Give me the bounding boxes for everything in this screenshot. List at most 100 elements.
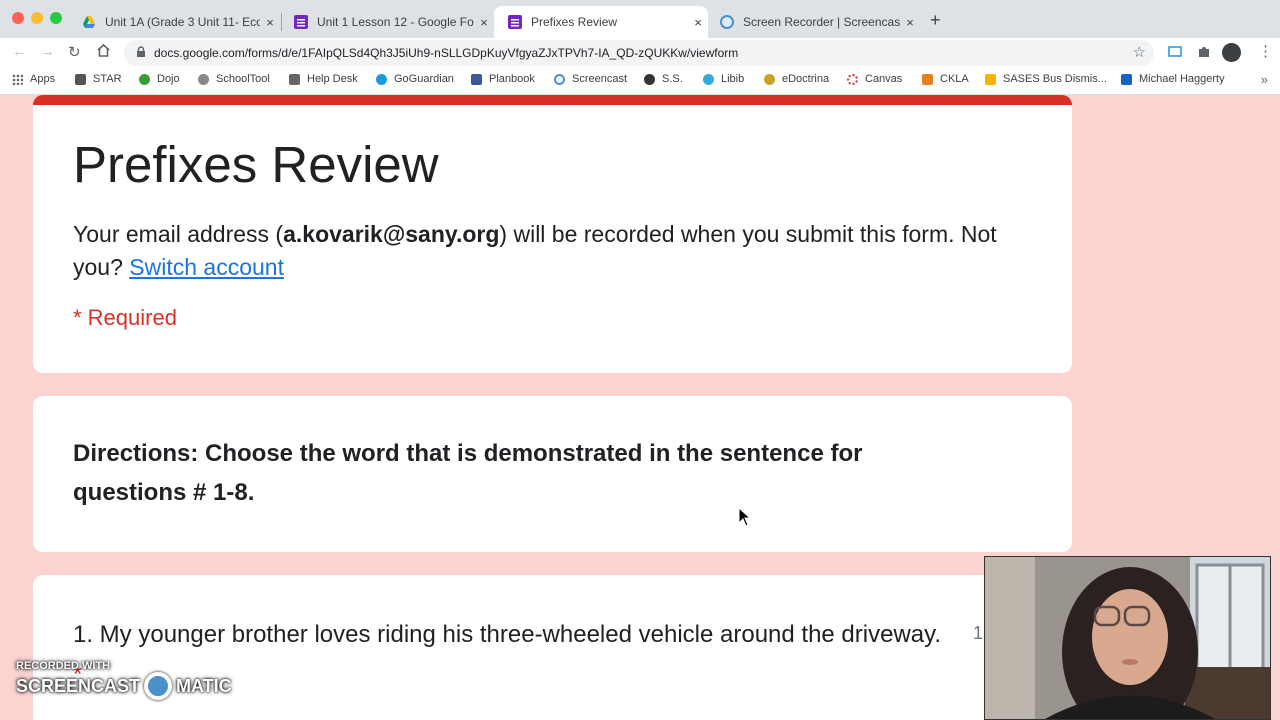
bookmark-label: Screencast (572, 73, 628, 85)
webcam-overlay (984, 556, 1271, 720)
tab-close-icon[interactable]: × (260, 15, 280, 30)
bookmark-dojo[interactable]: Dojo (139, 73, 180, 85)
ss-icon (644, 73, 655, 85)
menu-kebab-icon[interactable]: ⋮ (1258, 42, 1273, 60)
new-tab-button[interactable]: + (930, 10, 941, 31)
google-forms-icon (294, 15, 308, 29)
tab-close-icon[interactable]: × (474, 15, 494, 30)
bookmark-label: SASES Bus Dismis... (1003, 73, 1107, 85)
screencast-watermark: RECORDED WITH SCREENCAST MATIC (16, 660, 232, 700)
edoctrina-icon (764, 73, 775, 85)
screencast-icon (720, 15, 734, 29)
watermark-top-text: RECORDED WITH (16, 660, 111, 672)
schooltool-icon (198, 73, 209, 85)
email-address: a.kovarik@sany.org (283, 221, 500, 247)
cast-icon[interactable] (1167, 44, 1183, 60)
bookmark-schooltool[interactable]: SchoolTool (198, 73, 270, 85)
bookmark-goguardian[interactable]: GoGuardian (376, 73, 454, 85)
tab-title: Unit 1 Lesson 12 - Google Form (317, 15, 474, 29)
bookmark-label: Michael Haggerty (1139, 73, 1225, 85)
email-prefix: Your email address ( (73, 221, 284, 247)
webcam-person-image (985, 557, 1270, 719)
browser-tab-strip: Unit 1A (Grade 3 Unit 11- Ecolo × Unit 1… (0, 0, 1280, 38)
star-renaissance-icon (75, 73, 86, 85)
dojo-icon (139, 73, 150, 85)
apps-grid-icon (12, 73, 23, 85)
bookmark-star-icon[interactable]: ☆ (1133, 43, 1146, 61)
screencast-logo-icon (144, 672, 173, 700)
bookmark-label: CKLA (940, 73, 969, 85)
bookmark-star[interactable]: STAR (75, 73, 122, 85)
bookmark-label: eDoctrina (782, 73, 830, 85)
tab-unit-1a[interactable]: Unit 1A (Grade 3 Unit 11- Ecolo × (68, 6, 280, 38)
lock-icon[interactable] (136, 46, 146, 61)
help-desk-icon (289, 73, 300, 85)
tab-close-icon[interactable]: × (688, 15, 708, 30)
tab-screen-recorder[interactable]: Screen Recorder | Screencast × (706, 6, 920, 38)
tab-close-icon[interactable]: × (900, 15, 920, 30)
watermark-left-text: SCREENCAST (16, 675, 141, 696)
question-points: 1 (973, 623, 984, 643)
canvas-icon (847, 73, 858, 85)
bookmark-label: Dojo (157, 73, 180, 85)
browser-toolbar: ← → ↻ docs.google.com/forms/d/e/1FAIpQLS… (0, 38, 1280, 68)
email-notice: Your email address (a.kovarik@sany.org) … (73, 218, 1033, 284)
more-bookmarks-icon[interactable]: » (1261, 72, 1268, 87)
reload-icon[interactable]: ↻ (68, 43, 81, 61)
form-header-card: Prefixes Review Your email address (a.ko… (33, 95, 1072, 373)
page-title: Prefixes Review (73, 136, 439, 193)
bookmark-edoctrina[interactable]: eDoctrina (764, 73, 829, 85)
bookmark-help-desk[interactable]: Help Desk (289, 73, 358, 85)
bookmarks-bar: Apps STAR Dojo SchoolTool Help Desk GoGu… (0, 68, 1280, 95)
bookmark-sases-bus[interactable]: SASES Bus Dismis... (985, 73, 1107, 85)
mouse-cursor-icon (738, 506, 752, 532)
back-arrow-icon[interactable]: ← (12, 43, 27, 60)
bookmark-libib[interactable]: Libib (703, 73, 744, 85)
tab-unit-1-lesson-12[interactable]: Unit 1 Lesson 12 - Google Form × (280, 6, 494, 38)
watermark-right-text: MATIC (176, 675, 232, 696)
bookmark-label: SchoolTool (216, 73, 270, 85)
google-drive-icon (82, 15, 96, 29)
bookmark-michael-haggerty[interactable]: Michael Haggerty (1121, 73, 1225, 85)
bookmark-label: GoGuardian (394, 73, 454, 85)
required-note: * Required (73, 305, 177, 330)
bookmark-screencast[interactable]: Screencast (554, 73, 627, 85)
goguardian-icon (376, 73, 387, 85)
address-bar[interactable]: docs.google.com/forms/d/e/1FAIpQLSd4Qh3J… (124, 40, 1154, 66)
extensions-puzzle-icon[interactable] (1196, 44, 1212, 60)
planbook-icon (471, 73, 482, 85)
bookmark-label: Planbook (489, 73, 535, 85)
bookmark-planbook[interactable]: Planbook (471, 73, 535, 85)
maximize-window-button[interactable] (50, 12, 62, 24)
bookmark-ss[interactable]: S.S. (644, 73, 683, 85)
switch-account-link[interactable]: Switch account (129, 254, 284, 280)
url-text[interactable]: docs.google.com/forms/d/e/1FAIpQLSd4Qh3J… (154, 46, 738, 60)
bookmark-label: Apps (30, 73, 56, 85)
bookmark-apps[interactable]: Apps (12, 73, 55, 85)
google-forms-icon (508, 15, 522, 29)
tab-title: Prefixes Review (531, 15, 618, 29)
bookmark-ckla[interactable]: CKLA (922, 73, 969, 85)
directions-text: Directions: Choose the word that is demo… (73, 440, 863, 506)
close-window-button[interactable] (12, 12, 24, 24)
forward-arrow-icon[interactable]: → (40, 43, 55, 60)
question-1-label: 1. My younger brother loves riding his t… (73, 621, 942, 648)
watermark-logo: SCREENCAST MATIC (16, 672, 232, 700)
bookmark-label: Help Desk (307, 73, 358, 85)
libib-icon (703, 73, 714, 85)
tab-title: Screen Recorder | Screencast (743, 15, 900, 29)
bookmark-label: Libib (721, 73, 745, 85)
bookmark-canvas[interactable]: Canvas (847, 73, 902, 85)
tab-prefixes-review[interactable]: Prefixes Review × (494, 6, 708, 38)
ckla-icon (922, 73, 933, 85)
profile-avatar-icon[interactable] (1222, 43, 1241, 62)
home-icon[interactable] (96, 43, 111, 62)
slides-icon (985, 73, 996, 85)
h-icon (1121, 73, 1132, 85)
bookmark-label: S.S. (662, 73, 683, 85)
screencast-icon (554, 73, 565, 85)
directions-card: Directions: Choose the word that is demo… (33, 396, 1072, 552)
minimize-window-button[interactable] (31, 12, 43, 24)
bookmark-label: Canvas (865, 73, 903, 85)
tab-title: Unit 1A (Grade 3 Unit 11- Ecolo (105, 15, 260, 29)
